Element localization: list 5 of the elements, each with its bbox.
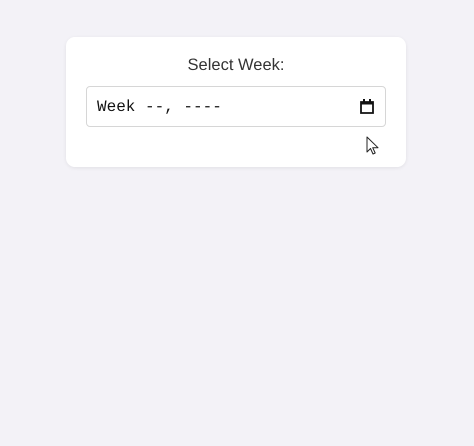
field-label: Select Week: — [188, 56, 284, 75]
week-input-field[interactable]: Week --, ---- — [86, 86, 386, 127]
mouse-pointer-icon — [366, 136, 379, 155]
week-value: Week --, ---- — [97, 98, 222, 116]
calendar-icon[interactable] — [360, 99, 374, 114]
